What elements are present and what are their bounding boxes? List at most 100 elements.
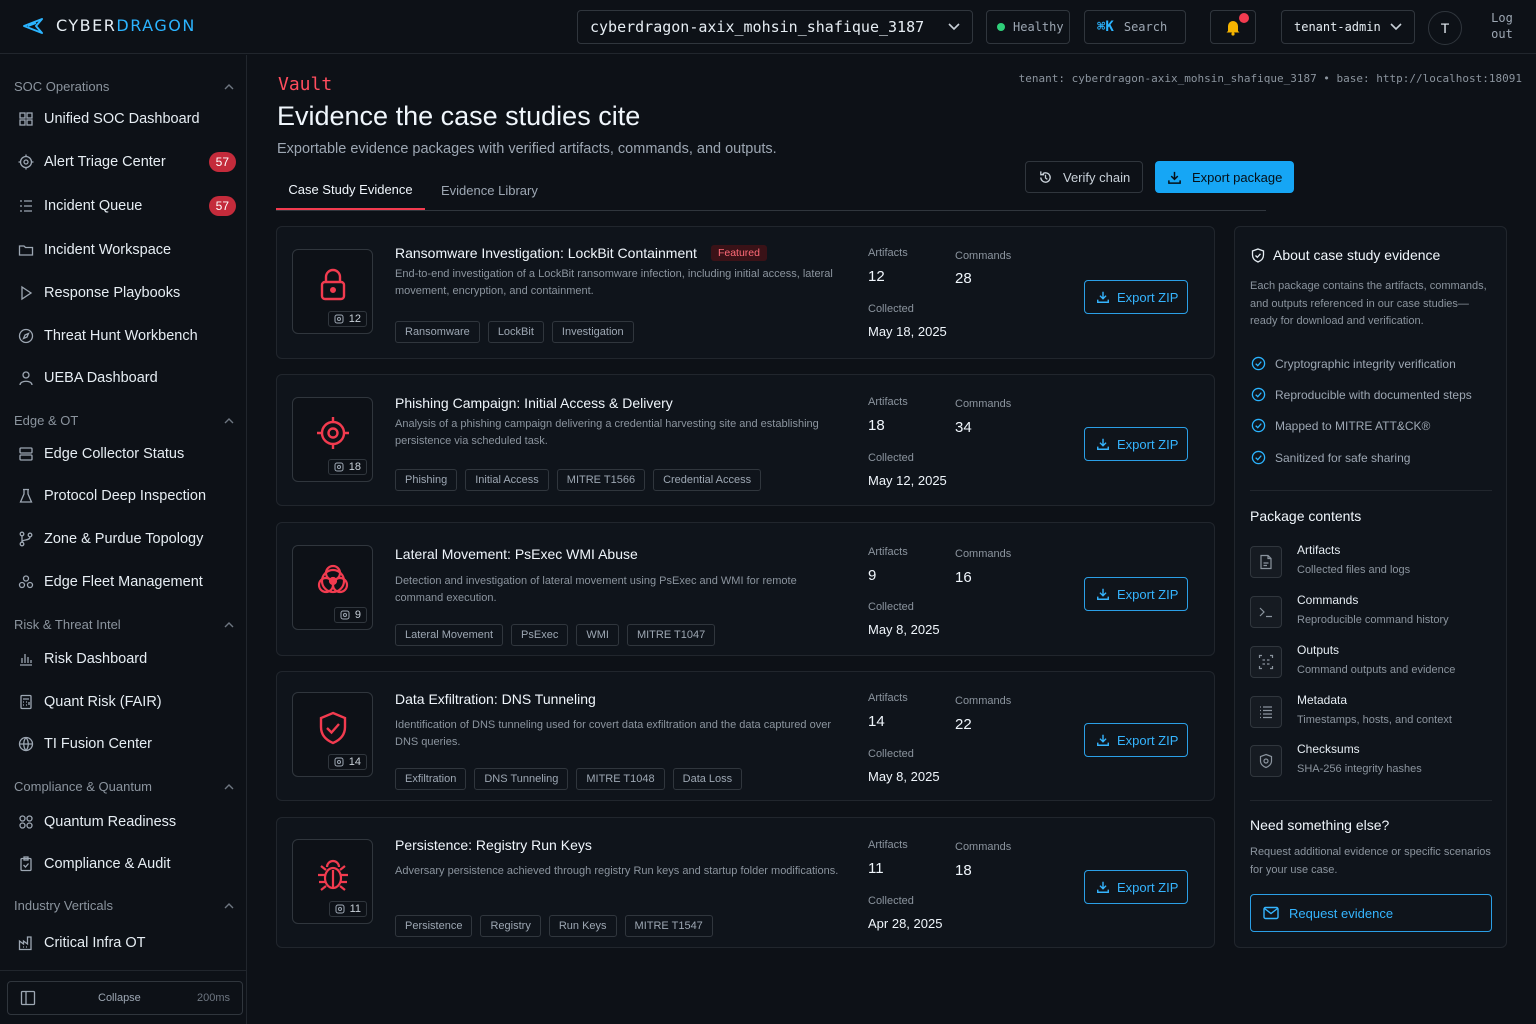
sidebar-item-critical-infra-ot[interactable]: Critical Infra OT (18, 928, 236, 958)
tag[interactable]: Initial Access (465, 469, 549, 491)
health-status[interactable]: Healthy (986, 10, 1070, 44)
collected-value: Apr 28, 2025 (868, 916, 943, 931)
tag[interactable]: LockBit (487, 321, 544, 343)
sidebar-item-quant-risk-fair[interactable]: Quant Risk (FAIR) (18, 687, 236, 717)
tag[interactable]: Ransomware (395, 321, 480, 343)
tag[interactable]: MITRE T1047 (626, 624, 716, 646)
sidebar-item-alert-triage-center[interactable]: Alert Triage Center 57 (18, 147, 236, 177)
collected-label: Collected (868, 748, 914, 760)
status-dot-icon (997, 23, 1005, 31)
case-card-ransomware[interactable]: 12 Ransomware Investigation: LockBit Con… (276, 226, 1215, 359)
artifacts-value: 11 (868, 860, 884, 877)
sidebar-item-edge-fleet-management[interactable]: Edge Fleet Management (18, 567, 236, 597)
case-description: End-to-end investigation of a LockBit ra… (395, 268, 833, 297)
export-zip-button[interactable]: Export ZIP (1084, 280, 1188, 314)
artifact-count-chip: 11 (328, 901, 367, 917)
boxes-icon (18, 574, 34, 590)
sidebar-item-risk-dashboard[interactable]: Risk Dashboard (18, 644, 236, 674)
tag[interactable]: WMI (576, 624, 619, 646)
tag[interactable]: Lateral Movement (395, 624, 504, 646)
sidebar-section-soc-operations[interactable]: SOC Operations (14, 79, 234, 94)
sidebar-item-label: Incident Workspace (44, 242, 172, 258)
verify-chain-button[interactable]: Verify chain (1025, 161, 1143, 193)
avatar[interactable]: T (1428, 11, 1462, 45)
sidebar-item-protocol-deep-inspection[interactable]: Protocol Deep Inspection (18, 481, 236, 511)
sidebar-section-industry-verticals[interactable]: Industry Verticals (14, 898, 234, 913)
tenant-value: cyberdragon-axix_mohsin_shafique_3187 (590, 18, 925, 36)
tab-case-study-evidence[interactable]: Case Study Evidence (276, 171, 425, 210)
tab-evidence-library[interactable]: Evidence Library (441, 171, 538, 210)
tag[interactable]: Run Keys (548, 915, 617, 937)
page-title: Evidence the case studies cite (277, 101, 641, 131)
sidebar-item-ti-fusion-center[interactable]: TI Fusion Center (18, 729, 236, 759)
export-zip-button[interactable]: Export ZIP (1084, 723, 1188, 757)
case-card-phishing[interactable]: 18 Phishing Campaign: Initial Access & D… (276, 374, 1215, 506)
tag[interactable]: Registry (480, 915, 541, 937)
tag[interactable]: MITRE T1566 (556, 469, 646, 491)
logout-button[interactable]: Log out (1478, 10, 1526, 42)
sidebar-section-edge-ot[interactable]: Edge & OT (14, 413, 234, 428)
section-label: SOC Operations (14, 79, 110, 94)
sidebar-item-quantum-readiness[interactable]: Quantum Readiness (18, 807, 236, 837)
collected-label: Collected (868, 601, 914, 613)
export-package-button[interactable]: Export package (1155, 161, 1294, 193)
health-label: Healthy (1013, 20, 1064, 34)
top-bar: CYBERDRAGON cyberdragon-axix_mohsin_shaf… (0, 0, 1536, 54)
package-item-commands: Commands Reproducible command history (1250, 593, 1495, 633)
tag[interactable]: MITRE T1547 (624, 915, 713, 937)
user-icon (18, 370, 34, 386)
sidebar-item-unified-soc-dashboard[interactable]: Unified SOC Dashboard (18, 104, 236, 134)
case-card-persistence[interactable]: 11 Persistence: Registry Run Keys Advers… (276, 817, 1215, 948)
case-tags: Lateral Movement PsExec WMI MITRE T1047 (395, 624, 716, 646)
brand-logo[interactable]: CYBERDRAGON (22, 16, 196, 35)
artifacts-label: Artifacts (868, 839, 908, 851)
branch-icon (18, 531, 34, 547)
role-select[interactable]: tenant-admin (1281, 10, 1415, 44)
clipboard-icon (18, 856, 34, 872)
chevron-up-icon (224, 417, 234, 424)
sidebar-item-edge-collector-status[interactable]: Edge Collector Status (18, 439, 236, 469)
sidebar-item-label: Critical Infra OT (44, 935, 146, 951)
tenant-base-meta: tenant: cyberdragon-axix_mohsin_shafique… (1018, 72, 1522, 85)
case-card-lateral-movement[interactable]: 9 Lateral Movement: PsExec WMI Abuse Det… (276, 522, 1215, 656)
tag[interactable]: Credential Access (653, 469, 762, 491)
tenant-select[interactable]: cyberdragon-axix_mohsin_shafique_3187 (577, 10, 973, 44)
sidebar-section-compliance-quantum[interactable]: Compliance & Quantum (14, 779, 234, 794)
download-icon (1096, 587, 1110, 601)
sidebar-item-threat-hunt-workbench[interactable]: Threat Hunt Workbench (18, 321, 236, 351)
package-item-metadata: Metadata Timestamps, hosts, and context (1250, 693, 1495, 733)
tag[interactable]: Persistence (395, 915, 473, 937)
collected-label: Collected (868, 895, 914, 907)
search-button[interactable]: ⌘K Search (1084, 10, 1186, 44)
folder-icon (18, 242, 34, 258)
export-zip-button[interactable]: Export ZIP (1084, 427, 1188, 461)
sidebar-item-zone-purdue-topology[interactable]: Zone & Purdue Topology (18, 524, 236, 554)
case-card-data-exfiltration[interactable]: 14 Data Exfiltration: DNS Tunneling Iden… (276, 671, 1215, 801)
factory-icon (18, 935, 34, 951)
sidebar-item-compliance-audit[interactable]: Compliance & Audit (18, 849, 236, 879)
export-zip-button[interactable]: Export ZIP (1084, 870, 1188, 904)
tag[interactable]: MITRE T1048 (576, 768, 665, 790)
export-zip-button[interactable]: Export ZIP (1084, 577, 1188, 611)
section-label: Compliance & Quantum (14, 779, 153, 794)
shortcut-key: ⌘K (1097, 19, 1114, 35)
tag[interactable]: Phishing (395, 469, 458, 491)
notifications-button[interactable] (1210, 10, 1256, 44)
sidebar-item-label: Edge Fleet Management (44, 574, 203, 590)
download-icon (1096, 290, 1110, 304)
tag[interactable]: DNS Tunneling (474, 768, 569, 790)
sidebar-item-ueba-dashboard[interactable]: UEBA Dashboard (18, 363, 236, 393)
request-evidence-button[interactable]: Request evidence (1250, 894, 1492, 932)
page-kicker: Vault (278, 74, 333, 95)
collapse-button[interactable]: Collapse 200ms (7, 981, 243, 1015)
sidebar-section-risk-threat-intel[interactable]: Risk & Threat Intel (14, 617, 234, 632)
tag[interactable]: Data Loss (672, 768, 743, 790)
tag[interactable]: Exfiltration (395, 768, 467, 790)
case-title: Ransomware Investigation: LockBit Contai… (395, 245, 767, 261)
sidebar-item-incident-workspace[interactable]: Incident Workspace (18, 235, 236, 265)
sidebar-item-incident-queue[interactable]: Incident Queue 57 (18, 191, 236, 221)
section-label: Industry Verticals (14, 898, 113, 913)
tag[interactable]: PsExec (511, 624, 569, 646)
sidebar-item-response-playbooks[interactable]: Response Playbooks (18, 278, 236, 308)
tag[interactable]: Investigation (551, 321, 634, 343)
